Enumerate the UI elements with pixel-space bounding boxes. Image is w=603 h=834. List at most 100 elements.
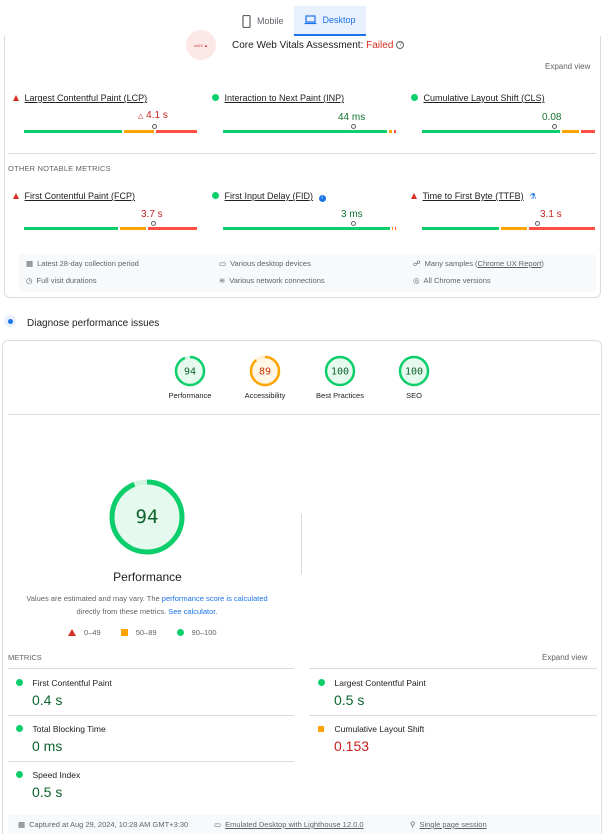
metric-cls: Cumulative Layout Shift (CLS) <box>411 93 545 103</box>
p75-marker <box>152 124 157 129</box>
devices-icon: ▭ <box>219 259 227 268</box>
lab-metric-value: 0.5 s <box>32 784 63 800</box>
experimental-flask-icon[interactable]: ⚗ <box>529 192 536 201</box>
poor-triangle-icon <box>13 95 19 101</box>
gauge-accessibility[interactable]: 89 Accessibility <box>240 355 290 400</box>
poor-triangle-icon <box>411 193 417 199</box>
calendar-icon: ▦ <box>26 259 34 268</box>
lab-metric-cls: Cumulative Layout Shift <box>318 724 424 734</box>
footer-captured: ▦ Captured at Aug 29, 2024, 10:28 AM GMT+… <box>18 820 189 829</box>
crux-report-link[interactable]: Chrome UX Report <box>478 259 542 268</box>
info-samples: ☍ Many samples (Chrome UX Report) <box>413 259 544 268</box>
gauge-label: Accessibility <box>244 391 286 400</box>
average-square-icon <box>318 726 324 732</box>
metric-label[interactable]: First Contentful Paint (FCP) <box>25 191 136 201</box>
expand-view-link[interactable]: Expand view <box>542 653 587 662</box>
info-devices: ▭ Various desktop devices <box>219 259 311 268</box>
gauge-label: SEO <box>406 391 422 400</box>
phone-icon <box>242 14 251 28</box>
distribution-bar <box>223 124 396 133</box>
legend-poor: 0–49 <box>68 628 101 637</box>
info-network: ≋ Various network connections <box>219 276 325 285</box>
gauge-performance[interactable]: 94 Performance <box>168 355 212 400</box>
divider <box>8 761 294 762</box>
circle-icon <box>176 629 184 636</box>
score-calc-link[interactable]: performance score is calculated <box>162 594 268 603</box>
lab-metric-value: 0.153 <box>334 738 370 754</box>
field-info-box: ▦ Latest 28-day collection period ◷ Full v… <box>18 254 596 292</box>
help-icon[interactable]: ? <box>396 41 405 50</box>
p75-marker <box>552 124 557 129</box>
score-ring: 89 <box>249 355 281 387</box>
gauge-label: Performance <box>168 391 212 400</box>
score-ring: 100 <box>398 355 430 387</box>
metric-label[interactable]: Largest Contentful Paint (LCP) <box>25 93 148 103</box>
lab-metric-value: 0 ms <box>32 738 63 754</box>
good-dot-icon <box>212 192 219 199</box>
chrome-icon: ◎ <box>413 276 420 285</box>
p75-marker <box>351 221 356 226</box>
crux-logo: crUX ▲ <box>186 30 216 60</box>
info-icon[interactable]: i <box>318 195 326 202</box>
gauge-best-practices[interactable]: 100 Best Practices <box>312 355 368 400</box>
vertical-divider <box>301 514 302 574</box>
divider <box>309 668 597 669</box>
lab-metric-lcp: Largest Contentful Paint <box>318 678 426 688</box>
p75-marker <box>151 221 156 226</box>
warning-icon: △ <box>138 113 144 120</box>
metric-label[interactable]: Interaction to Next Paint (INP) <box>225 93 345 103</box>
timer-icon: ◷ <box>26 276 33 285</box>
tab-mobile-label: Mobile <box>257 16 284 26</box>
good-dot-icon <box>16 771 23 778</box>
metric-label[interactable]: Cumulative Layout Shift (CLS) <box>424 93 545 103</box>
good-dot-icon <box>16 679 23 686</box>
info-versions: ◎ All Chrome versions <box>413 276 491 285</box>
divider <box>8 715 294 716</box>
diagnose-title: Diagnose performance issues <box>27 318 160 329</box>
footer-session[interactable]: ⚲ Single page session <box>410 820 487 829</box>
divider <box>8 153 596 154</box>
session-icon: ⚲ <box>410 820 416 829</box>
legend-average: 50–89 <box>120 628 157 637</box>
expand-view-link[interactable]: Expand view <box>545 62 590 71</box>
device-tabs: Mobile Desktop <box>232 6 366 36</box>
metric-label[interactable]: First Input Delay (FID) <box>225 191 314 201</box>
p75-marker <box>351 124 356 129</box>
diagnose-icon <box>4 315 16 327</box>
score-legend: 0–49 50–89 90–100 <box>68 628 217 637</box>
divider <box>8 414 600 415</box>
gauge-seo[interactable]: 100 SEO <box>394 355 434 400</box>
footer-emulated[interactable]: ▭ Emulated Desktop with Lighthouse 12.0.0 <box>214 820 364 829</box>
metric-value: 3 ms <box>341 209 363 220</box>
lab-footer: ▦ Captured at Aug 29, 2024, 10:28 AM GMT+… <box>8 815 600 834</box>
svg-text:94: 94 <box>184 367 196 378</box>
score-ring: 100 <box>324 355 356 387</box>
cwv-status: Failed <box>366 40 394 51</box>
triangle-icon <box>68 629 76 636</box>
svg-text:100: 100 <box>405 367 423 378</box>
metric-value: 3.1 s <box>540 209 562 220</box>
tab-desktop[interactable]: Desktop <box>293 6 366 36</box>
lab-metric-value: 0.4 s <box>32 692 63 708</box>
other-metrics-title: OTHER NOTABLE METRICS <box>8 164 111 173</box>
users-icon: ☍ <box>413 259 421 268</box>
distribution-bar <box>422 124 595 133</box>
info-durations: ◷ Full visit durations <box>26 276 97 285</box>
svg-text:89: 89 <box>259 367 271 378</box>
divider <box>8 668 294 669</box>
tab-mobile[interactable]: Mobile <box>232 6 294 36</box>
good-dot-icon <box>16 725 23 732</box>
metric-value: 0.08 <box>542 112 562 123</box>
metric-inp: Interaction to Next Paint (INP) <box>212 93 344 103</box>
square-icon <box>120 629 128 636</box>
svg-text:94: 94 <box>136 506 159 528</box>
distribution-bar <box>422 221 595 230</box>
distribution-bar <box>223 221 396 230</box>
svg-text:100: 100 <box>331 367 349 378</box>
laptop-icon <box>304 15 317 25</box>
metric-value: 44 ms <box>338 112 366 123</box>
metrics-title: METRICS <box>8 653 42 662</box>
metric-label[interactable]: Time to First Byte (TTFB) <box>423 191 524 201</box>
calculator-link[interactable]: See calculator. <box>168 607 217 616</box>
poor-triangle-icon <box>13 193 19 199</box>
